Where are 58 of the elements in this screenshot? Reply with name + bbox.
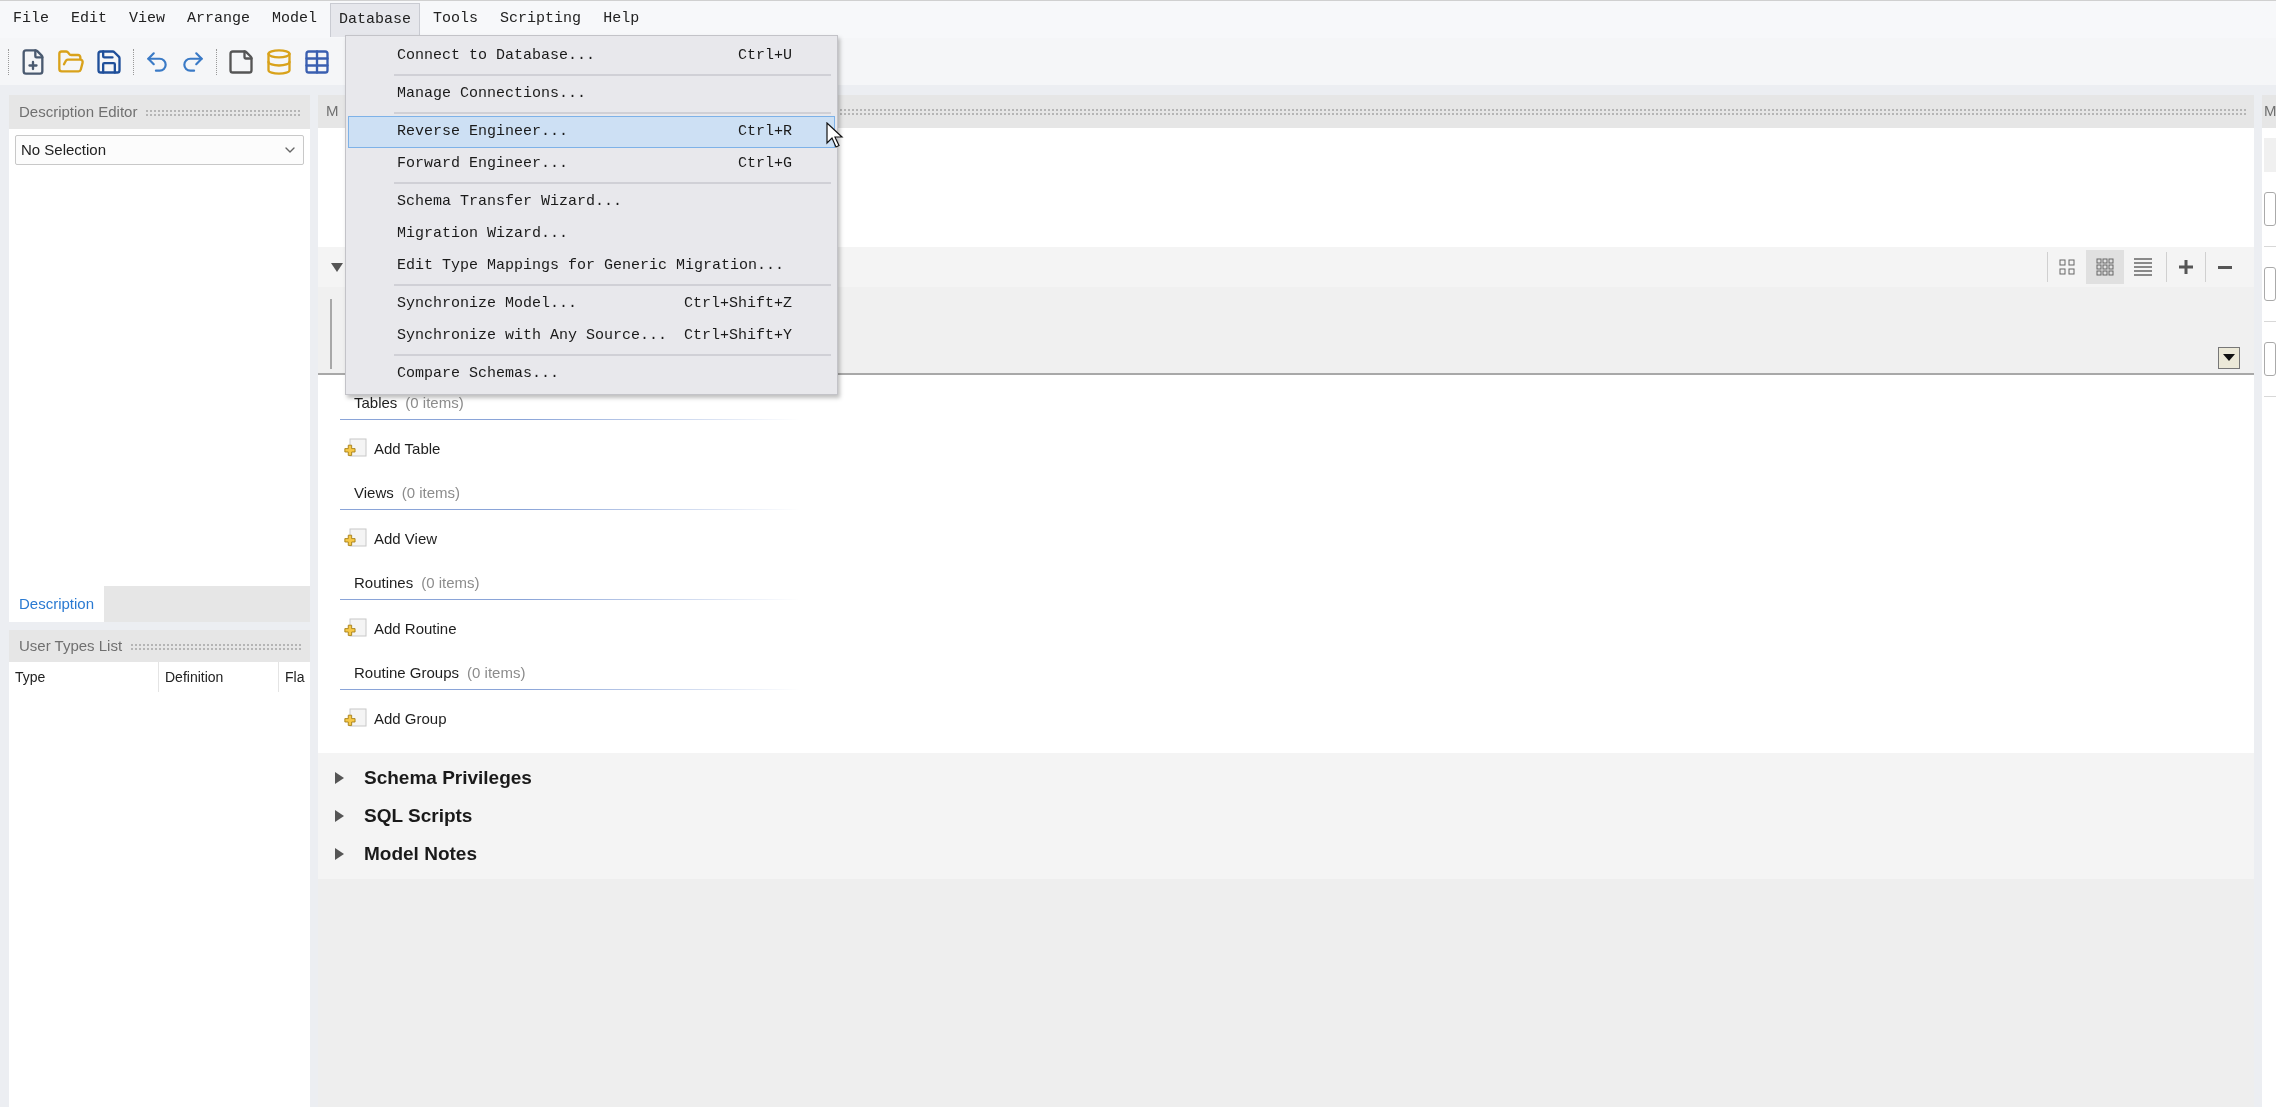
menu-item[interactable]: Connect to Database... Ctrl+U <box>348 40 835 72</box>
menu-item[interactable]: Scripting <box>491 2 591 37</box>
small-icons-icon <box>2095 257 2115 277</box>
menu-item[interactable]: File <box>4 2 58 37</box>
section-title[interactable]: Schema Privileges <box>364 763 532 793</box>
panel-title: M <box>2264 101 2276 122</box>
add-item-link[interactable]: Add Routine <box>340 601 457 657</box>
plus-icon <box>2179 260 2193 274</box>
item-count: (0 items) <box>401 482 461 503</box>
save-icon[interactable] <box>95 47 123 76</box>
menu-item[interactable]: Edit <box>62 2 117 37</box>
collapse-triangle-icon[interactable] <box>330 260 344 274</box>
caret-down-icon <box>2223 354 2235 362</box>
menu-item[interactable]: Schema Transfer Wizard... <box>348 186 835 218</box>
tab-list-dropdown[interactable] <box>2218 347 2240 369</box>
panel-tab[interactable]: Description <box>9 586 105 622</box>
item-count: (0 items) <box>421 572 480 593</box>
menu-item[interactable]: Synchronize Model... Ctrl+Shift+Z <box>348 288 835 320</box>
large-icons-icon <box>2058 258 2076 276</box>
add-item-link[interactable]: Add Group <box>340 691 447 747</box>
panel-title: Description Editor <box>19 101 138 122</box>
menu-item[interactable]: Reverse Engineer... Ctrl+R <box>348 116 835 148</box>
add-item-link[interactable]: Add Table <box>340 421 441 477</box>
item-count: (0 items) <box>467 662 526 683</box>
item-count: (0 items) <box>405 392 464 413</box>
property-field[interactable] <box>2264 267 2276 301</box>
expand-triangle-icon[interactable] <box>332 847 346 861</box>
expand-triangle-icon[interactable] <box>332 771 346 785</box>
panel-title: M <box>326 101 339 122</box>
minus-icon <box>2218 265 2232 269</box>
expand-triangle-icon[interactable] <box>332 809 346 823</box>
section-title[interactable]: Model Notes <box>364 839 477 869</box>
menu-item[interactable]: View <box>120 2 175 37</box>
menu-item[interactable]: Forward Engineer... Ctrl+G <box>348 148 835 180</box>
property-field[interactable] <box>2264 192 2276 226</box>
menu-item[interactable]: Synchronize with Any Source... Ctrl+Shift+Y <box>348 320 835 352</box>
group-title: Routines <box>354 572 414 593</box>
group-title: Views <box>354 482 394 503</box>
new-page-icon[interactable] <box>227 47 255 76</box>
menu-item[interactable]: Model <box>263 2 327 37</box>
section-title[interactable]: SQL Scripts <box>364 801 473 831</box>
panel-title: User Types List <box>19 635 123 656</box>
menu-item[interactable]: Tools <box>424 2 488 37</box>
menu-item[interactable]: Migration Wizard... <box>348 218 835 250</box>
add-item-link[interactable]: Add View <box>340 511 438 567</box>
selection-dropdown[interactable]: No Selection <box>15 135 304 165</box>
view-mode-button[interactable] <box>2086 250 2124 284</box>
menu-item[interactable]: Database <box>330 2 421 37</box>
menu-item[interactable]: Manage Connections... <box>348 78 835 110</box>
menu-item[interactable]: Compare Schemas... <box>348 358 835 390</box>
menu-item[interactable]: Help <box>594 2 649 37</box>
column-header[interactable]: Fla <box>279 662 310 692</box>
group-title: Routine Groups <box>354 662 460 683</box>
list-view-icon <box>2133 257 2153 277</box>
table-icon[interactable] <box>303 47 331 76</box>
property-field[interactable] <box>2264 342 2276 376</box>
menu-item[interactable]: Arrange <box>178 2 260 37</box>
group-title: Tables <box>354 392 398 413</box>
